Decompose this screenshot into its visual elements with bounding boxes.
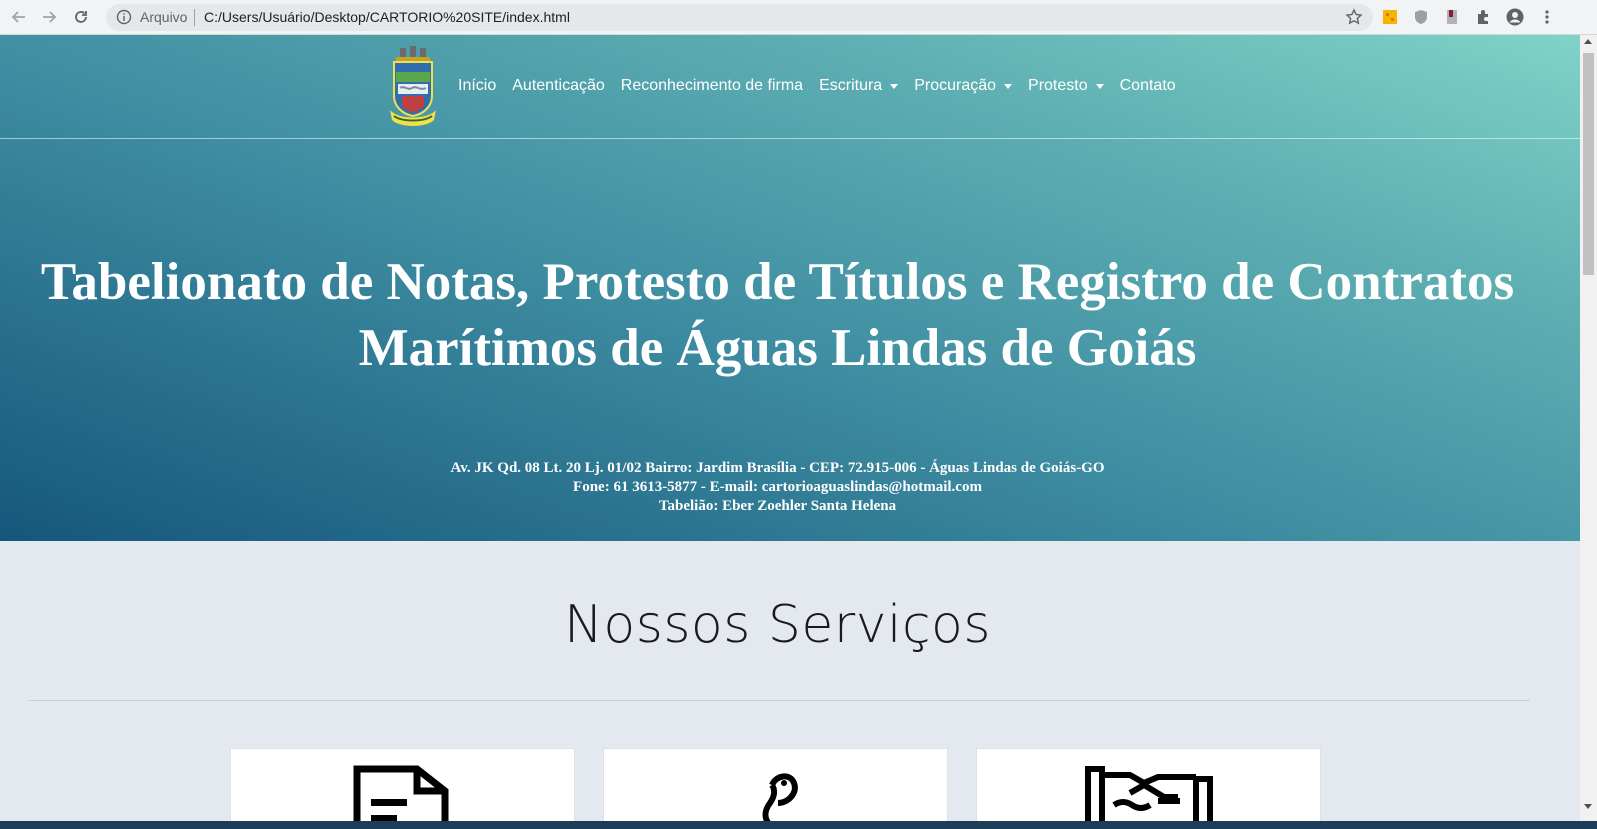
main-menu: Início Autenticação Reconhecimento de fi… bbox=[455, 77, 1184, 95]
nav-item-label: Escritura bbox=[819, 77, 883, 94]
nav-reconhecimento-de-firma[interactable]: Reconhecimento de firma bbox=[613, 77, 811, 95]
nav-contato[interactable]: Contato bbox=[1112, 77, 1184, 95]
extension-icon[interactable] bbox=[1380, 7, 1400, 27]
back-icon[interactable] bbox=[8, 6, 30, 28]
service-card-document[interactable] bbox=[230, 748, 575, 829]
scheme-label: Arquivo bbox=[140, 9, 188, 25]
profile-icon[interactable] bbox=[1505, 7, 1525, 27]
nav-inicio[interactable]: Início bbox=[455, 77, 504, 95]
hero-contact-info: Av. JK Qd. 08 Lt. 20 Lj. 01/02 Bairro: J… bbox=[0, 459, 1555, 516]
services-heading: Nossos Serviços bbox=[0, 595, 1555, 655]
address-text: Av. JK Qd. 08 Lt. 20 Lj. 01/02 Bairro: J… bbox=[450, 460, 1105, 476]
hero-section: Início Autenticação Reconhecimento de fi… bbox=[0, 35, 1580, 541]
browser-toolbar: Arquivo C:/Users/Usuário/Desktop/CARTORI… bbox=[0, 0, 1597, 35]
forward-icon[interactable] bbox=[38, 6, 60, 28]
menu-kebab-icon[interactable] bbox=[1537, 7, 1557, 27]
puzzle-icon[interactable] bbox=[1473, 7, 1493, 27]
nav-item-label: Contato bbox=[1119, 77, 1176, 94]
nav-item-label: Autenticação bbox=[512, 77, 605, 94]
nav-item-label: Reconhecimento de firma bbox=[620, 77, 804, 94]
shield-icon[interactable] bbox=[1411, 7, 1431, 27]
vertical-scrollbar[interactable] bbox=[1580, 35, 1597, 829]
notary-text: Tabelião: Eber Zoehler Santa Helena bbox=[658, 498, 897, 514]
info-icon[interactable] bbox=[116, 9, 132, 25]
nav-item-label: Protesto bbox=[1028, 77, 1088, 94]
document-icon bbox=[353, 765, 453, 829]
handshake-icon bbox=[1084, 765, 1214, 829]
bookmark-star-icon[interactable] bbox=[1345, 8, 1363, 26]
navbar: Início Autenticação Reconhecimento de fi… bbox=[0, 35, 1580, 139]
nav-procuracao-dropdown[interactable]: Procuração bbox=[906, 77, 1020, 95]
municipal-coat-of-arms-logo[interactable] bbox=[388, 46, 438, 128]
nav-escritura-dropdown[interactable]: Escritura bbox=[811, 77, 906, 95]
omnibox-separator bbox=[194, 9, 195, 26]
service-card-agreement[interactable] bbox=[976, 748, 1321, 829]
reload-icon[interactable] bbox=[70, 6, 92, 28]
scroll-down-arrow-icon[interactable] bbox=[1584, 804, 1592, 809]
nav-item-label: Procuração bbox=[914, 77, 997, 94]
caret-down-icon bbox=[1004, 83, 1013, 89]
taskbar-strip bbox=[0, 821, 1597, 829]
nav-item-label: Início bbox=[458, 77, 497, 94]
section-divider bbox=[28, 700, 1530, 701]
caret-down-icon bbox=[1095, 83, 1104, 89]
hero-title: Tabelionato de Notas, Protesto de Título… bbox=[0, 249, 1555, 381]
services-heading-text: Nossos Serviços bbox=[564, 595, 991, 655]
hero-title-line2: Marítimos de Águas Lindas de Goiás bbox=[358, 319, 1197, 377]
nav-protesto-dropdown[interactable]: Protesto bbox=[1020, 77, 1112, 95]
scrollbar-thumb[interactable] bbox=[1583, 53, 1594, 275]
page-viewport: Início Autenticação Reconhecimento de fi… bbox=[0, 35, 1580, 829]
caret-down-icon bbox=[890, 83, 899, 89]
pen-nib-icon bbox=[746, 765, 806, 829]
phone-email-text: Fone: 61 3613-5877 - E-mail: cartorioagu… bbox=[573, 479, 982, 495]
scroll-up-arrow-icon[interactable] bbox=[1584, 39, 1592, 44]
hero-title-line1: Tabelionato de Notas, Protesto de Título… bbox=[40, 253, 1515, 311]
address-bar[interactable]: Arquivo C:/Users/Usuário/Desktop/CARTORI… bbox=[106, 4, 1373, 31]
service-card-signature[interactable] bbox=[603, 748, 948, 829]
nav-autenticacao[interactable]: Autenticação bbox=[504, 77, 613, 95]
bookmark-icon[interactable] bbox=[1442, 7, 1462, 27]
url-text[interactable]: C:/Users/Usuário/Desktop/CARTORIO%20SITE… bbox=[204, 9, 570, 25]
